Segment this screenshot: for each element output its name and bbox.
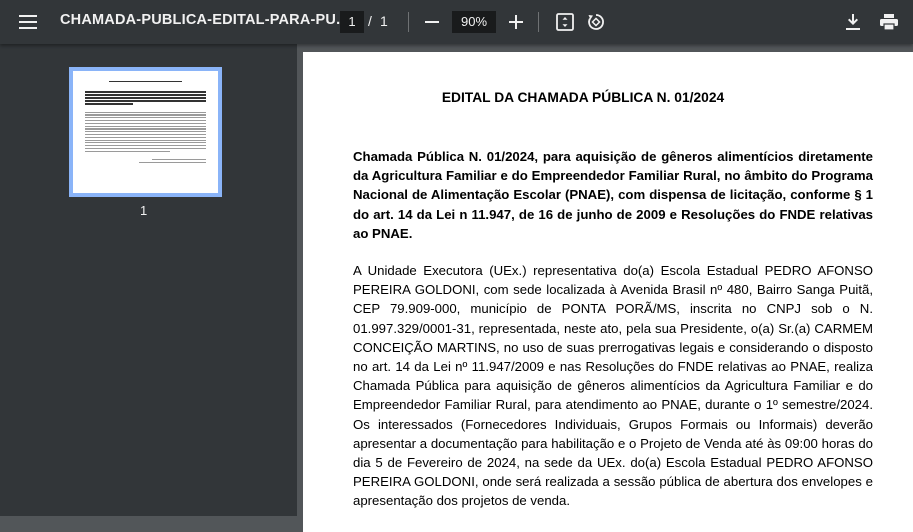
rotate-icon bbox=[588, 14, 604, 30]
print-button[interactable] bbox=[877, 10, 901, 34]
zoom-in-button[interactable] bbox=[504, 10, 528, 34]
toolbar-divider bbox=[408, 12, 409, 32]
zoom-out-button[interactable] bbox=[420, 10, 444, 34]
total-pages: 1 bbox=[380, 13, 388, 29]
page-separator: / bbox=[368, 13, 372, 29]
pdf-page: EDITAL DA CHAMADA PÚBLICA N. 01/2024 Cha… bbox=[303, 52, 913, 532]
zoom-level-input[interactable] bbox=[452, 11, 496, 33]
fit-to-page-button[interactable] bbox=[553, 10, 577, 34]
plus-icon bbox=[509, 15, 523, 29]
thumbnail-preview bbox=[85, 79, 206, 165]
hamburger-menu-icon[interactable] bbox=[14, 10, 42, 34]
document-intro-paragraph: Chamada Pública N. 01/2024, para aquisiç… bbox=[353, 149, 873, 241]
download-button[interactable] bbox=[841, 10, 865, 34]
document-heading: EDITAL DA CHAMADA PÚBLICA N. 01/2024 bbox=[441, 90, 725, 105]
document-title: CHAMADA-PUBLICA-EDITAL-PARA-PU... bbox=[60, 12, 349, 28]
print-icon bbox=[880, 14, 898, 30]
fit-to-page-icon bbox=[556, 13, 574, 31]
download-icon bbox=[846, 14, 860, 30]
rotate-button[interactable] bbox=[584, 10, 608, 34]
thumbnail-page-number: 1 bbox=[140, 203, 148, 218]
minus-icon bbox=[425, 21, 439, 23]
page-thumbnail[interactable] bbox=[69, 67, 222, 197]
page-number-input[interactable] bbox=[340, 11, 364, 33]
document-body-paragraph: A Unidade Executora (UEx.) representativ… bbox=[353, 263, 873, 509]
pdf-toolbar: CHAMADA-PUBLICA-EDITAL-PARA-PU... / 1 bbox=[0, 0, 913, 44]
toolbar-divider bbox=[538, 12, 539, 32]
